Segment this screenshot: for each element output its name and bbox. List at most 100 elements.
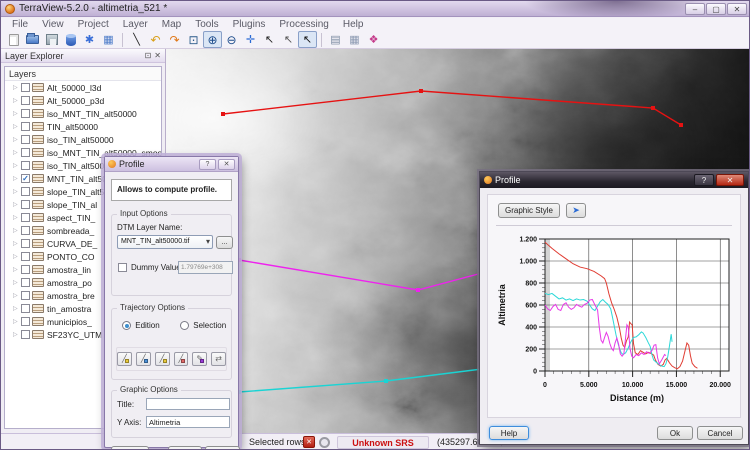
- dialog-close-button[interactable]: ✕: [218, 159, 235, 170]
- selection-radio[interactable]: Selection: [180, 321, 226, 330]
- grid-view-button[interactable]: ▦: [345, 31, 364, 48]
- expand-icon[interactable]: ▷: [13, 97, 21, 104]
- expand-icon[interactable]: ▷: [13, 240, 21, 247]
- expand-icon[interactable]: ▷: [13, 84, 21, 91]
- layer-label[interactable]: tin_amostra: [47, 304, 91, 314]
- new-project-button[interactable]: [4, 31, 23, 48]
- expand-icon[interactable]: ▷: [13, 188, 21, 195]
- layer-label[interactable]: CURVA_DE_: [47, 239, 97, 249]
- expand-icon[interactable]: ▷: [13, 149, 21, 156]
- layer-label[interactable]: sombreada_: [47, 226, 94, 236]
- menu-layer[interactable]: Layer: [116, 19, 155, 30]
- layer-visibility-checkbox[interactable]: [21, 226, 30, 235]
- graphic-style-button[interactable]: Graphic Style: [498, 203, 560, 218]
- layer-visibility-checkbox[interactable]: [21, 109, 30, 118]
- expand-icon[interactable]: ▷: [13, 136, 21, 143]
- expand-icon[interactable]: ▷: [13, 279, 21, 286]
- open-project-button[interactable]: [23, 31, 42, 48]
- trajectory-delete-button[interactable]: ╱: [174, 352, 189, 366]
- selection-button[interactable]: ↖: [298, 31, 317, 48]
- color-palette-button[interactable]: ❖: [364, 31, 383, 48]
- draw-line-button[interactable]: ╲: [127, 31, 146, 48]
- trajectory-edit-button[interactable]: ✎: [192, 352, 207, 366]
- layer-label[interactable]: amostra_po: [47, 278, 92, 288]
- menu-processing[interactable]: Processing: [272, 19, 335, 30]
- title-field[interactable]: [146, 398, 230, 410]
- maximize-button[interactable]: ▢: [706, 3, 726, 15]
- minimize-button[interactable]: –: [685, 3, 705, 15]
- globe-icon[interactable]: [319, 437, 330, 448]
- expand-icon[interactable]: ▷: [13, 331, 21, 338]
- trajectory-1-vertex[interactable]: [679, 123, 683, 127]
- layer-visibility-checkbox[interactable]: [21, 291, 30, 300]
- layer-visibility-checkbox[interactable]: [21, 213, 30, 222]
- expand-icon[interactable]: ▷: [13, 175, 21, 182]
- menu-project[interactable]: Project: [71, 19, 116, 30]
- layer-label[interactable]: PONTO_CO: [47, 252, 95, 262]
- dock-close-icon[interactable]: ✕: [154, 51, 161, 60]
- zoom-extent-button[interactable]: ⊡: [184, 31, 203, 48]
- trajectory-1-vertex[interactable]: [419, 89, 423, 93]
- layer-visibility-checkbox[interactable]: [21, 161, 30, 170]
- title-bar[interactable]: TerraView-5.2.0 - altimetria_521 * – ▢ ✕: [1, 1, 750, 17]
- trajectory-1-vertex[interactable]: [221, 112, 225, 116]
- layer-label[interactable]: iso_TIN_alt50000: [47, 135, 114, 145]
- edition-radio-circle[interactable]: [122, 321, 131, 330]
- layer-label[interactable]: slope_TIN_al: [47, 200, 97, 210]
- undo-button[interactable]: ↶: [146, 31, 165, 48]
- save-project-button[interactable]: [42, 31, 61, 48]
- menu-tools[interactable]: Tools: [188, 19, 225, 30]
- layer-label[interactable]: TIN_alt50000: [47, 122, 98, 132]
- menu-file[interactable]: File: [5, 19, 35, 30]
- layer-visibility-checkbox[interactable]: [21, 330, 30, 339]
- layer-label[interactable]: Alt_50000_l3d: [47, 83, 101, 93]
- query-button[interactable]: ✱: [80, 31, 99, 48]
- expand-icon[interactable]: ▷: [13, 162, 21, 169]
- layer-label[interactable]: amostra_bre: [47, 291, 95, 301]
- expand-icon[interactable]: ▷: [13, 214, 21, 221]
- chart-cancel-button[interactable]: Cancel: [697, 426, 743, 440]
- datasource-button[interactable]: [61, 31, 80, 48]
- menu-help[interactable]: Help: [336, 19, 371, 30]
- layer-visibility-checkbox[interactable]: [21, 83, 30, 92]
- trajectory-add-button[interactable]: ╱: [136, 352, 151, 366]
- layer-visibility-checkbox[interactable]: [21, 96, 30, 105]
- layer-label[interactable]: aspect_TIN_: [47, 213, 95, 223]
- chart-window-titlebar[interactable]: Profile ? ✕: [480, 172, 748, 188]
- layer-visibility-checkbox[interactable]: [21, 239, 30, 248]
- y-axis-field[interactable]: [146, 416, 230, 428]
- layer-label[interactable]: amostra_lin: [47, 265, 91, 275]
- trajectory-move-button[interactable]: ╱: [155, 352, 170, 366]
- layer-visibility-checkbox[interactable]: [21, 317, 30, 326]
- layer-visibility-checkbox[interactable]: [21, 148, 30, 157]
- expand-icon[interactable]: ▷: [13, 253, 21, 260]
- layer-visibility-checkbox[interactable]: ✓: [21, 174, 30, 183]
- layer-visibility-checkbox[interactable]: [21, 122, 30, 131]
- layer-visibility-checkbox[interactable]: [21, 200, 30, 209]
- layer-visibility-checkbox[interactable]: [21, 304, 30, 313]
- zoom-in-button[interactable]: ⊕: [203, 31, 222, 48]
- menu-plugins[interactable]: Plugins: [226, 19, 273, 30]
- expand-icon[interactable]: ▷: [13, 305, 21, 312]
- expand-icon[interactable]: ▷: [13, 292, 21, 299]
- menu-view[interactable]: View: [35, 19, 71, 30]
- close-button[interactable]: ✕: [727, 3, 747, 15]
- menu-map[interactable]: Map: [155, 19, 188, 30]
- trajectory-2-vertex[interactable]: [384, 379, 388, 383]
- edition-radio[interactable]: Edition: [122, 321, 160, 330]
- expand-icon[interactable]: ▷: [13, 227, 21, 234]
- layer-label[interactable]: municipios_: [47, 317, 92, 327]
- trajectory-3-vertex[interactable]: [416, 288, 420, 292]
- chart-close-button[interactable]: ✕: [716, 174, 744, 186]
- dtm-layer-combobox[interactable]: MNT_TIN_alt50000.tif: [117, 235, 213, 249]
- redo-button[interactable]: ↷: [165, 31, 184, 48]
- pointer-button[interactable]: ↖: [279, 31, 298, 48]
- layer-visibility-checkbox[interactable]: [21, 265, 30, 274]
- trajectory-invert-button[interactable]: ⇄: [211, 352, 226, 366]
- expand-icon[interactable]: ▷: [13, 110, 21, 117]
- dialog-help-action-button[interactable]: Help: [111, 446, 149, 450]
- layer-visibility-checkbox[interactable]: [21, 278, 30, 287]
- pointer-tool-button[interactable]: ➤: [566, 203, 586, 218]
- layer-visibility-checkbox[interactable]: [21, 252, 30, 261]
- selection-radio-circle[interactable]: [180, 321, 189, 330]
